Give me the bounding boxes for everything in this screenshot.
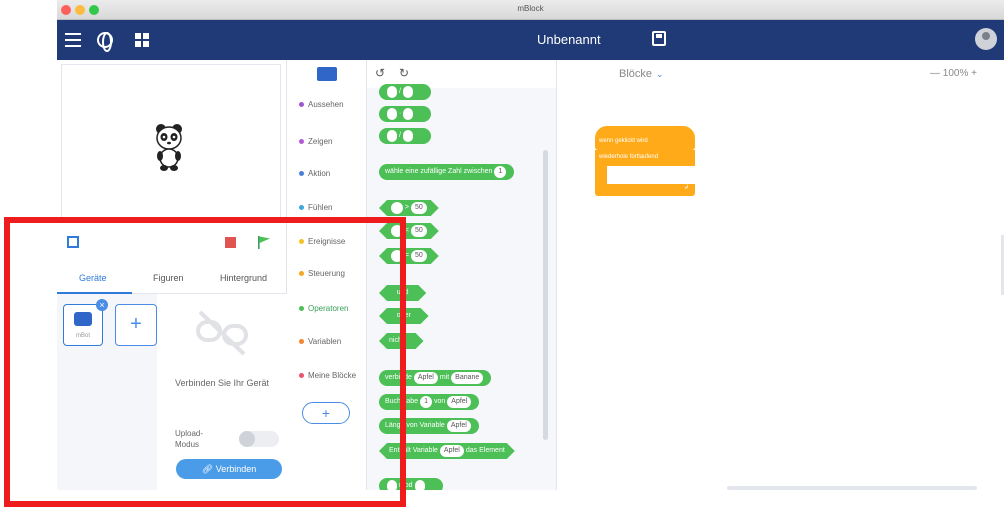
fullscreen-icon[interactable] [67,236,79,248]
device-robot-icon[interactable] [317,67,337,81]
forever-block-arm [595,166,607,184]
zoom-controls: — 100% + [930,68,977,79]
app-header: Unbenannt [57,20,1004,60]
connect-area: Verbinden Sie Ihr Gerät Upload-Modus 🔗︎ … [157,294,287,490]
device-list: mBot × + [57,294,157,490]
block-or[interactable]: oder [379,308,429,324]
add-extension-button[interactable]: + [302,402,350,424]
block-palette: ↺ ↻ / · / wähle eine zufällige Zahl zwis… [367,60,557,490]
category-events[interactable]: Ereignisse [299,237,345,246]
category-control[interactable]: Steuerung [299,269,345,278]
left-tabs: Geräte Figuren Hintergrund [57,266,287,294]
stage-area[interactable] [61,64,281,222]
chevron-down-icon: ⌄ [656,69,664,79]
category-variables[interactable]: Variablen [299,337,341,346]
block-length-of[interactable]: Länge von Variable Apfel [379,418,479,434]
block-and[interactable]: und [379,285,426,301]
category-operators[interactable]: Operatoren [299,304,348,313]
block-mod[interactable]: mod [379,478,443,490]
device-card-mbot[interactable]: mBot × [63,299,108,346]
upload-mode-label: Upload-Modus [175,429,204,449]
green-flag-icon[interactable] [257,235,271,249]
when-flag-clicked-block[interactable]: wenn geklickt wird [595,126,695,150]
block-greater-than[interactable]: >50 [379,200,439,216]
block-divide[interactable]: / [379,128,431,144]
block-not[interactable]: nicht [379,333,424,349]
stop-icon[interactable] [225,237,236,248]
block-letter-of[interactable]: Buchstabe 1 von Apfel [379,394,480,410]
globe-icon[interactable] [97,32,113,52]
undo-icon[interactable]: ↺ [375,66,385,80]
zoom-out-button[interactable]: — [930,68,940,79]
tab-backgrounds[interactable]: Hintergrund [220,273,267,283]
connect-button[interactable]: 🔗︎ Verbinden [176,459,282,479]
panda-sprite[interactable] [154,123,184,171]
robot-icon [74,312,92,326]
script-workspace[interactable]: Blöcke ⌄ — 100% + wenn geklickt wird wied… [557,60,1004,490]
save-icon[interactable] [652,31,666,46]
tab-sprites[interactable]: Figuren [153,273,184,283]
window-titlebar: mBlock [57,0,1004,20]
category-action[interactable]: Aktion [299,169,330,178]
bottom-margin [0,490,1004,511]
zoom-level: 100% [942,68,969,79]
block-less-than[interactable]: <50 [379,223,439,239]
block-join[interactable]: verbinde Apfel mit Banane [379,370,492,386]
block-subtract[interactable]: / [379,84,431,100]
block-contains[interactable]: Enthält Variable Apfel das Element [379,443,515,459]
connect-hint: Verbinden Sie Ihr Gerät [174,378,270,388]
upload-mode-toggle[interactable] [239,431,279,447]
forever-block[interactable]: wiederhole fortlaufend [595,150,695,166]
category-looks[interactable]: Aussehen [299,100,344,109]
menu-icon[interactable] [65,33,81,47]
block-multiply[interactable]: · [379,106,431,122]
link-icon: 🔗︎ [201,464,216,474]
palette-scrollbar[interactable] [543,150,548,440]
editor-mode-dropdown[interactable]: Blöcke ⌄ [619,68,664,80]
script-stack[interactable]: wenn geklickt wird wiederhole fortlaufen… [595,126,695,201]
zoom-in-button[interactable]: + [971,68,977,79]
category-sensing[interactable]: Fühlen [299,203,332,212]
block-random[interactable]: wähle eine zufällige Zahl zwischen 1 [379,164,515,180]
category-display[interactable]: Zeigen [299,137,332,146]
forever-block-end: ↲ [595,184,695,196]
redo-icon[interactable]: ↻ [399,66,409,80]
workspace-toolbar: Blöcke ⌄ — 100% + [557,60,1004,88]
device-label: mBot [75,333,90,339]
block-equals[interactable]: = 50 [379,248,439,264]
unlink-icon [196,310,248,356]
stage-controls [57,226,287,260]
left-panel: Geräte Figuren Hintergrund mBot × + Verb… [57,60,287,490]
grid-icon[interactable] [135,33,149,47]
category-my-blocks[interactable]: Meine Blöcke [299,371,356,380]
add-device-button[interactable]: + [115,304,157,346]
remove-device-icon[interactable]: × [96,299,108,311]
window-title: mBlock [517,4,544,13]
connect-button-label: Verbinden [215,464,257,474]
project-name[interactable]: Unbenannt [537,32,601,47]
tab-devices[interactable]: Geräte [79,273,107,283]
category-panel: Aussehen Zeigen Aktion Fühlen Ereignisse… [287,60,367,490]
avatar[interactable] [975,28,997,50]
